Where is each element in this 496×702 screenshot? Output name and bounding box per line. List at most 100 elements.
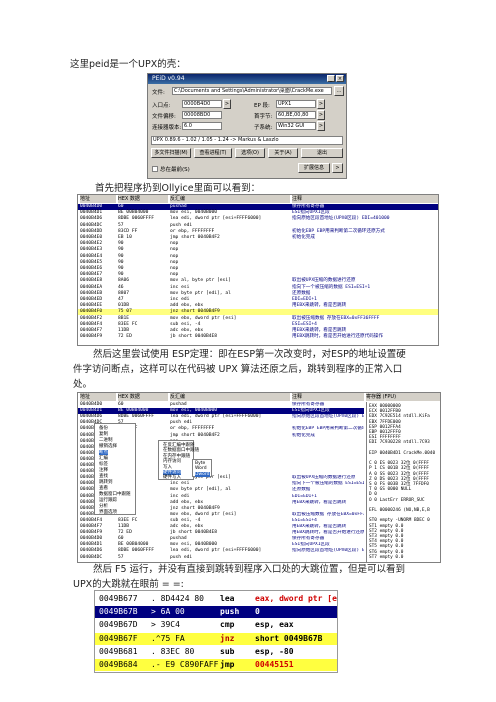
disasm-row[interactable]: 0040B4E4 90 nop xyxy=(78,254,438,260)
close-icon[interactable]: × xyxy=(336,75,344,82)
entry-field[interactable]: 0000B4D0 xyxy=(182,100,222,108)
file-path-field[interactable]: C:\Documents and Settings\Administrator\… xyxy=(172,87,332,95)
row-comment: 用EBX来跳转，看是否跳转 xyxy=(292,303,347,309)
disasm-row[interactable]: 0040B4F0 75 07 jnz short 0040B4F9 xyxy=(78,309,438,316)
first-bytes-more-button[interactable]: > xyxy=(317,110,325,120)
disasm-row[interactable]: 0040B4EE01DBadd ebx, ebx用EBX来跳转，看是否跳转 xyxy=(78,303,438,309)
disasm-row[interactable]: 0040B4DC 57 push edi xyxy=(78,222,438,229)
disasm-row[interactable]: 0040B4EB 8807 mov byte ptr [edi], al 还原数据 xyxy=(78,291,438,297)
disasm-row[interactable]: 0040B4E690nop xyxy=(78,266,438,272)
disasm-row[interactable]: 0040B4E0EB 10jmp short 0040B4F2初始化完成 xyxy=(78,235,438,241)
disasm-row[interactable]: 0040B4F2 8B1E mov ebx, dword ptr [esi] 取出被压… xyxy=(78,316,438,322)
context-menu-item[interactable]: 注释 xyxy=(99,468,108,473)
always-on-top-checkbox[interactable] xyxy=(152,166,158,172)
subsystem-field[interactable]: Win32 GUI xyxy=(276,122,316,130)
row-comment: 初始化完成 xyxy=(292,432,315,438)
zoomed-row[interactable]: 0049B681 . 83EC 80 sub esp, -80 xyxy=(95,646,337,658)
context-menu-item[interactable]: 查看 xyxy=(99,486,108,491)
disasm-row[interactable]: 0040B4E790nop xyxy=(78,272,438,278)
zoomed-row[interactable]: 0049B67B > 6A 00 push 0 xyxy=(95,606,337,619)
disasm-row[interactable]: 0040B4ED47inc ediEDI=EDI+1 xyxy=(78,297,438,303)
zoomed-row[interactable]: 0049B677 . 8D4424 80 lea eax, dword ptr [es… xyxy=(95,593,337,605)
row-comment: ESI指向UPX1区段 xyxy=(292,408,330,414)
context-menu-item[interactable]: 数据窗口中跟随 xyxy=(99,492,131,497)
register-line: O 0 LastErr ERROR_SUC xyxy=(369,497,425,503)
multi-scan-button[interactable]: 多文件扫描(M) xyxy=(151,148,191,158)
exit-button[interactable]: 退出 xyxy=(301,148,343,158)
submenu-item[interactable]: 硬件写入 xyxy=(163,475,181,480)
disasm-row[interactable]: 0040B4F4 83EE FC sub esi, -4 ESI=ESI+4 xyxy=(78,518,364,524)
submenu-item[interactable]: 在数据窗口中跟随 xyxy=(163,448,199,453)
ep-section-more-button[interactable]: > xyxy=(317,99,325,109)
breakpoint-submenu: 在反汇编中跟随 在数据窗口中跟随 在内存中跟随 内存访问 写入 硬件访问 硬件写入 xyxy=(158,440,199,480)
ep-section-label: EP 段: xyxy=(254,103,270,109)
more-arrow-button[interactable]: > xyxy=(332,163,343,173)
zoomed-row[interactable]: 0049B684 .- E9 C890FAFF jmp 00445151 xyxy=(95,659,337,671)
zoomed-hex: > 6A 00 xyxy=(151,607,185,617)
row-address: 0040B4F4 xyxy=(80,517,103,523)
context-menu-item[interactable]: 跳转到 xyxy=(99,480,113,485)
browse-button[interactable]: … xyxy=(334,86,344,96)
context-menu-item[interactable]: 查找 xyxy=(99,474,108,479)
extended-info-button[interactable]: 扩展信息 xyxy=(298,163,330,173)
minimize-icon[interactable]: _ xyxy=(327,75,335,82)
entry-more-button[interactable]: > xyxy=(223,99,231,109)
header-comment: 注释 xyxy=(292,195,438,203)
context-menu-item[interactable]: 标签 xyxy=(99,462,108,467)
context-menu-item[interactable]: 二进制 xyxy=(99,438,113,443)
disasm-row[interactable]: 0040B4D6 8DBE 0060FFFF lea edi, dword ptr … xyxy=(78,548,364,554)
row-instruction: push edi xyxy=(170,554,193,560)
context-menu-item[interactable]: 分析 xyxy=(99,504,108,509)
disasm-row[interactable]: 0040B4F7 11DB adc ebx, ebx 用EBX来跳转，看是否跳转 xyxy=(78,328,438,334)
row-address: 0040B4DC xyxy=(80,554,103,560)
row-address: 0040B4DC xyxy=(80,222,103,228)
first-bytes-label: 首字节: xyxy=(254,114,273,120)
context-menu-item[interactable]: 汇编 xyxy=(99,456,108,461)
context-menu-item[interactable]: 运行跟踪 xyxy=(99,498,117,503)
zoomed-row[interactable]: 0049B67F .^75 FA jnz short 0049B67B xyxy=(95,632,337,645)
submenu-size-item[interactable]: Word xyxy=(195,466,207,471)
row-comment: 还原数据 xyxy=(292,487,311,493)
context-menu-item[interactable]: 撤销选择 xyxy=(99,444,117,449)
context-menu-item[interactable]: 复制 xyxy=(99,432,108,437)
offset-field[interactable]: 00008BD0 xyxy=(182,111,222,119)
peid-window: PEiD v0.94 _ × 文件: C:\Documents and Sett… xyxy=(147,73,347,179)
disasm-row[interactable]: 0040B4DD 83CD FF or ebp, FFFFFFFF 初始化EBP EB… xyxy=(78,229,438,235)
row-hex: 46 xyxy=(118,284,124,290)
disasm-row[interactable]: 0040B4E5 90 nop xyxy=(78,260,438,266)
linker-field[interactable]: 6.0 xyxy=(182,122,222,130)
paragraph-run-1: 然后 F5 运行，并没有直接到跳转到程序入口处的大跳位置，但是可以看到 xyxy=(93,564,406,575)
disasm-row[interactable]: 0040B4E8 8A06 mov al, byte ptr [esi] 取出被UPX… xyxy=(78,278,438,284)
about-button[interactable]: 关于(A) xyxy=(268,148,298,158)
row-instruction: push edi xyxy=(170,222,193,228)
paragraph-esp-2: 件字访问断点，这样可以在代码被 UPX 算法还原之后，跳转到程序的正常入口 xyxy=(73,364,403,375)
context-menu-item[interactable]: 备份 xyxy=(99,426,108,431)
submenu-size-item[interactable]: Dword xyxy=(195,471,210,477)
view-process-button[interactable]: 查看进程(T) xyxy=(194,148,232,158)
offset-label: 文件偏移: xyxy=(152,114,176,120)
subsystem-more-button[interactable]: > xyxy=(317,121,325,131)
zoomed-hex: .- E9 C890FAFF xyxy=(151,660,219,669)
disasm-row[interactable]: 0040B4E3 90 nop xyxy=(78,247,438,253)
disasm-row[interactable]: 0040B4E290nop xyxy=(78,241,438,247)
context-menu-item[interactable]: 断点 xyxy=(99,450,108,455)
disasm-row[interactable]: 0040B4F4 83EE FC sub esi, -4 ESI=ESI+4 xyxy=(78,321,438,328)
options-button[interactable]: 选项(O) xyxy=(235,148,265,158)
paragraph-esp-3: 处。 xyxy=(73,379,93,390)
submenu-item[interactable]: 内存访问 xyxy=(163,459,181,464)
disasm-row[interactable]: 0040B4EA 46 inc esi 指向下一个被压缩的数据 ESI=ESI+1 xyxy=(78,284,438,291)
ep-section-field[interactable]: UPX1 xyxy=(276,100,316,108)
context-menu-item[interactable]: 界面选项 xyxy=(99,510,117,515)
zoomed-row[interactable]: 0049B67D > 39C4 cmp esp, eax xyxy=(95,619,337,631)
disasm-row[interactable]: 0040B4D6 8DBE 0060FFFF lea edi, dword ptr … xyxy=(78,216,438,222)
disasm-row[interactable]: 0040B4DC 57 push edi xyxy=(78,555,364,561)
row-hex: 90 xyxy=(118,266,124,271)
header-address: 地址 xyxy=(80,195,116,203)
row-comment: 用EBX跳转时，看是否开始进行还原代码操作 xyxy=(292,334,383,340)
ollyice-disassembly-2: 地址 HEX 数据 反汇编 注释 寄存器 (FPU) 0040B4D0 60 pus… xyxy=(77,392,441,563)
first-bytes-field[interactable]: 60,BE,00,80 xyxy=(276,111,316,119)
disasm-row[interactable]: 0040B4F9 72 ED jb short 0040B4E8 用EBX跳转时，看是… xyxy=(78,334,438,340)
submenu-item[interactable]: 写入 xyxy=(163,465,172,470)
row-comment: ESI=ESI+4 xyxy=(292,321,317,327)
zoomed-mnemonic: jmp xyxy=(220,660,235,669)
